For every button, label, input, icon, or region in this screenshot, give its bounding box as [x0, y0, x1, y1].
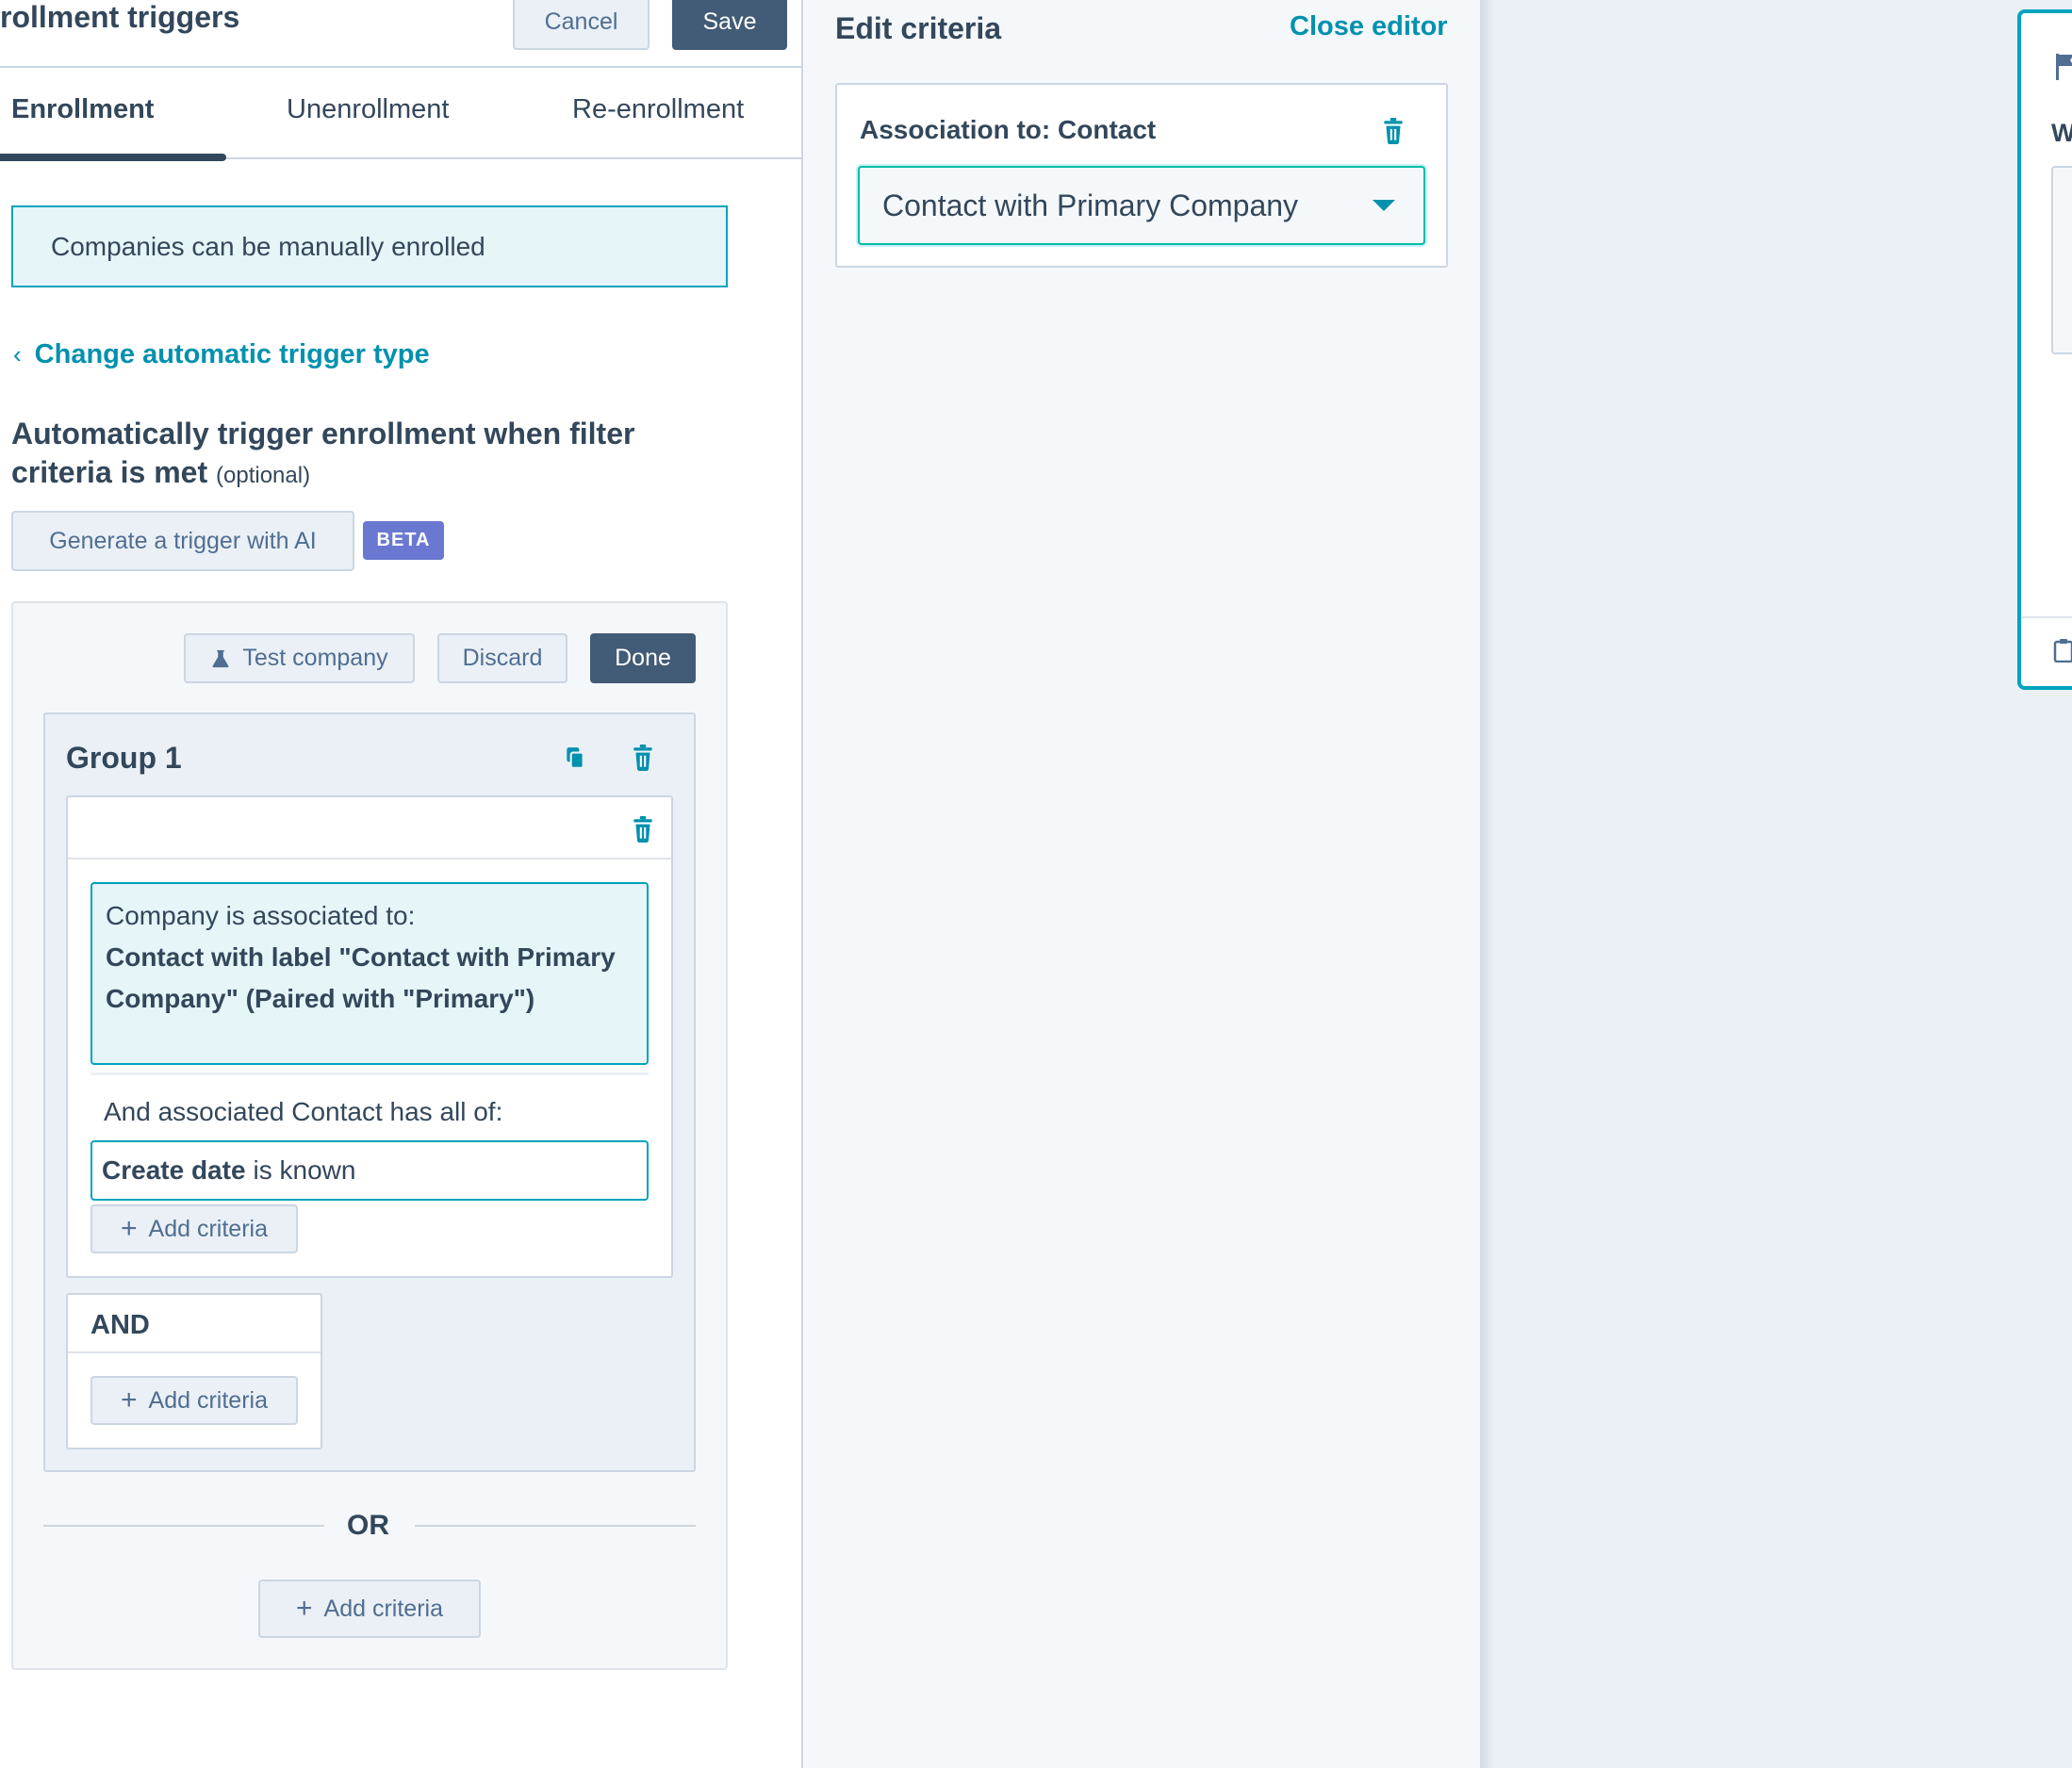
association-divider — [90, 1072, 649, 1075]
trigger-card-field[interactable] — [2051, 166, 2072, 354]
discard-button[interactable]: Discard — [437, 633, 567, 683]
trigger-card-label: W — [2051, 119, 2072, 147]
caret-down-icon — [1373, 200, 1395, 211]
generate-trigger-ai-button[interactable]: Generate a trigger with AI — [11, 511, 354, 571]
flask-icon — [210, 648, 231, 669]
and-label: AND — [90, 1310, 150, 1340]
save-button[interactable]: Save — [672, 0, 787, 50]
copy-group-icon[interactable] — [560, 743, 590, 773]
and-divider — [68, 1351, 321, 1353]
optional-label: (optional) — [216, 463, 311, 488]
cancel-button[interactable]: Cancel — [513, 0, 650, 50]
association-card-title: Association to: Contact — [860, 115, 1157, 144]
association-filter[interactable]: Company is associated to: Contact with l… — [90, 882, 649, 1065]
beta-badge: BETA — [363, 521, 444, 560]
add-criteria-button-or[interactable]: + Add criteria — [258, 1580, 481, 1638]
association-label-select[interactable]: Contact with Primary Company — [858, 166, 1425, 245]
delete-association-icon[interactable] — [1378, 115, 1408, 147]
workflow-canvas — [1480, 0, 2072, 1768]
tab-reenrollment[interactable]: Re-enrollment — [572, 94, 744, 125]
association-detail: Contact with label "Contact with Primary… — [106, 942, 616, 1013]
close-editor-link[interactable]: Close editor — [1290, 11, 1448, 42]
manual-enroll-banner: Companies can be manually enrolled — [11, 205, 728, 287]
association-select-value: Contact with Primary Company — [882, 188, 1299, 222]
trigger-section-heading: Automatically trigger enrollment when fi… — [11, 415, 728, 495]
add-criteria-label: Add criteria — [148, 1215, 268, 1242]
chevron-left-icon: ‹ — [13, 340, 22, 368]
change-trigger-type-label: Change automatic trigger type — [34, 339, 430, 369]
add-criteria-button-and[interactable]: + Add criteria — [90, 1376, 298, 1425]
filter-property: Create date — [102, 1155, 246, 1185]
active-tab-indicator — [0, 154, 226, 161]
add-criteria-button-inner[interactable]: + Add criteria — [90, 1204, 298, 1253]
associated-contact-label: And associated Contact has all of: — [104, 1097, 503, 1126]
plus-icon: + — [296, 1593, 313, 1624]
panel-shadow — [1480, 0, 1495, 1768]
delete-group-icon[interactable] — [628, 743, 658, 773]
add-criteria-label: Add criteria — [323, 1595, 443, 1622]
trigger-heading-text: Automatically trigger enrollment when fi… — [11, 417, 635, 489]
test-company-button[interactable]: Test company — [184, 633, 415, 683]
trigger-card-divider — [2021, 616, 2072, 618]
panel-title: rollment triggers — [0, 0, 240, 34]
plus-icon: + — [121, 1213, 138, 1244]
tab-unenrollment[interactable]: Unenrollment — [287, 94, 449, 125]
filter-operator: is known — [253, 1155, 356, 1185]
change-trigger-type-link[interactable]: ‹ Change automatic trigger type — [13, 339, 430, 370]
or-label: OR — [347, 1510, 389, 1541]
group-title: Group 1 — [66, 741, 182, 775]
manual-enroll-text: Companies can be manually enrolled — [51, 231, 485, 261]
flag-icon — [2051, 49, 2072, 83]
or-divider-right — [415, 1525, 696, 1527]
delete-criteria-icon[interactable] — [628, 814, 658, 844]
done-button[interactable]: Done — [590, 633, 696, 683]
plus-icon: + — [121, 1384, 138, 1416]
criteria-header-divider — [68, 858, 671, 859]
create-date-filter[interactable]: Create date is known — [90, 1140, 649, 1201]
edit-criteria-title: Edit criteria — [835, 11, 1002, 45]
add-criteria-label: Add criteria — [148, 1386, 268, 1414]
clipboard-icon[interactable] — [2049, 635, 2072, 665]
association-intro: Company is associated to: — [106, 901, 416, 930]
tab-enrollment[interactable]: Enrollment — [11, 94, 154, 125]
or-divider-left — [43, 1525, 324, 1527]
header-divider — [0, 66, 803, 68]
test-company-label: Test company — [242, 645, 388, 671]
